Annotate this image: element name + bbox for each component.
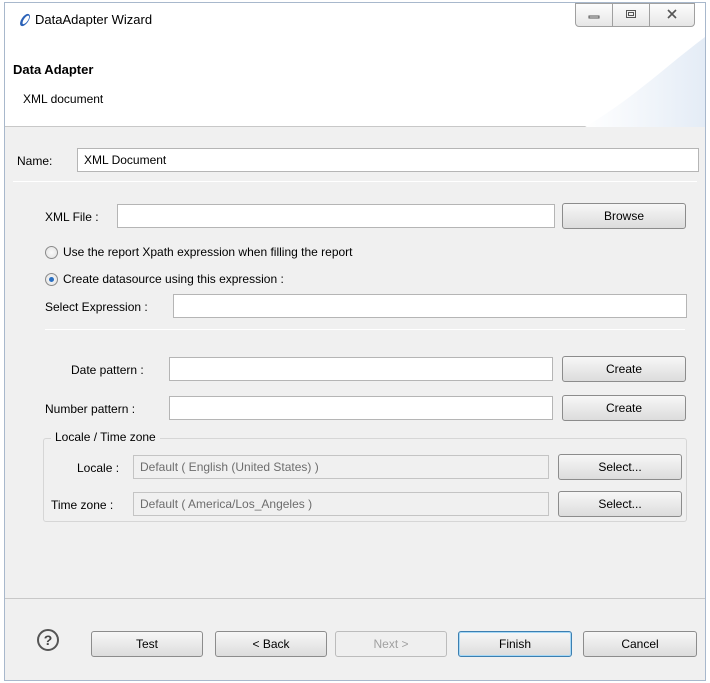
separator [45,329,685,330]
back-button[interactable]: < Back [215,631,327,657]
wizard-footer: ? Test < Back Next > Finish Cancel [5,598,705,680]
date-pattern-label: Date pattern : [71,363,144,377]
page-subtitle: XML document [23,92,104,106]
timezone-label: Time zone : [51,498,114,512]
date-pattern-input[interactable] [169,357,553,381]
separator [13,181,697,182]
timezone-field: Default ( America/Los_Angeles ) [133,492,549,516]
wizard-header: Data Adapter XML document [5,37,705,127]
radio-datasource-label: Create datasource using this expression … [63,272,284,286]
number-pattern-label: Number pattern : [45,402,136,416]
header-decoration [585,37,705,127]
name-field[interactable]: XML Document [77,148,699,172]
xml-file-label: XML File : [45,210,99,224]
test-button[interactable]: Test [91,631,203,657]
title-bar: DataAdapter Wizard [5,3,705,37]
cancel-button[interactable]: Cancel [583,631,697,657]
number-create-button[interactable]: Create [562,395,686,421]
minimize-button[interactable] [575,3,613,27]
radio-datasource[interactable] [45,273,58,286]
name-label: Name: [17,154,53,168]
timezone-select-button[interactable]: Select... [558,491,682,517]
xml-file-input[interactable] [117,204,555,228]
locale-timezone-legend: Locale / Time zone [51,430,160,444]
close-icon [666,8,678,22]
next-button[interactable]: Next > [335,631,447,657]
browse-button[interactable]: Browse [562,203,686,229]
help-icon[interactable]: ? [37,629,59,651]
page-title: Data Adapter [13,62,94,77]
window-title: DataAdapter Wizard [35,12,153,27]
date-create-button[interactable]: Create [562,356,686,382]
window-controls [575,3,695,29]
dialog-window: DataAdapter Wizard Data Adapter XML docu… [4,2,706,681]
select-expression-input[interactable] [173,294,687,318]
eclipse-icon [17,13,33,30]
locale-select-button[interactable]: Select... [558,454,682,480]
close-button[interactable] [649,3,695,27]
maximize-button[interactable] [612,3,650,27]
radio-xpath-label: Use the report Xpath expression when fil… [63,245,353,259]
locale-label: Locale : [77,461,120,475]
finish-button[interactable]: Finish [458,631,572,657]
locale-field: Default ( English (United States) ) [133,455,549,479]
number-pattern-input[interactable] [169,396,553,420]
wizard-body: Name: XML Document XML File : Browse Use… [5,128,705,598]
minimize-icon [588,8,600,22]
radio-xpath[interactable] [45,246,58,259]
maximize-icon [625,8,637,22]
select-expression-label: Select Expression : [45,300,148,314]
